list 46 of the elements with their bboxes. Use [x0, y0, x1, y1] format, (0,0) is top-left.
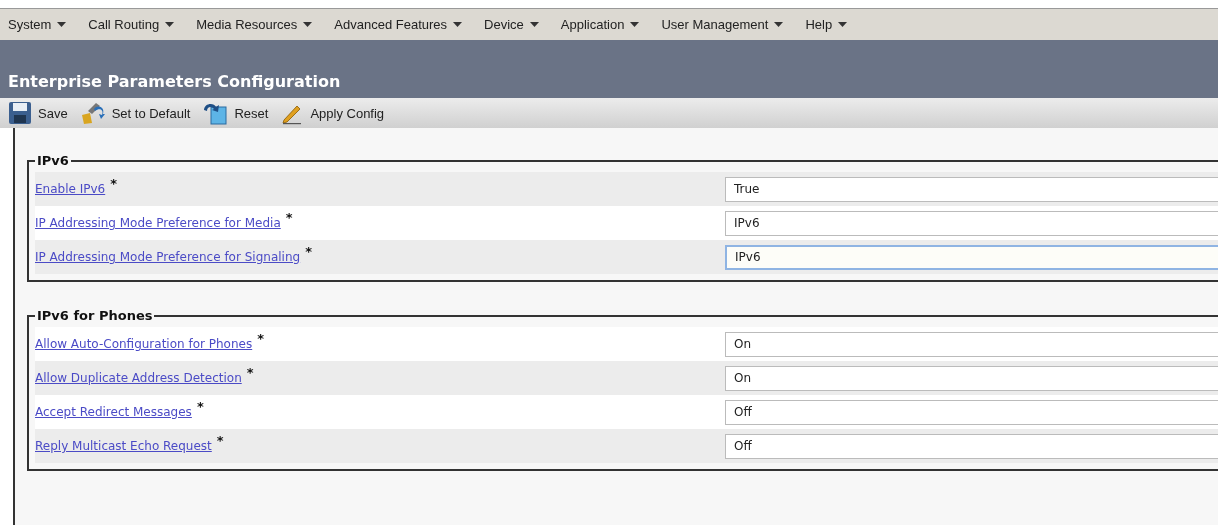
toolbar-button[interactable]: Save — [8, 101, 68, 125]
required-mark: * — [285, 210, 293, 225]
parameter-link[interactable]: Enable IPv6 — [35, 182, 106, 196]
value-dropdown[interactable]: Off — [725, 433, 1218, 459]
menu-item[interactable]: Device — [484, 17, 539, 32]
parameter-link[interactable]: IP Addressing Mode Preference for Media — [35, 216, 281, 230]
parameter-link[interactable]: Reply Multicast Echo Request — [35, 439, 212, 453]
section-title: IPv6 for Phones — [36, 308, 154, 323]
tools-icon — [79, 101, 106, 125]
toolbar-button[interactable]: Set to Default — [79, 101, 191, 125]
menu-item[interactable]: Advanced Features — [334, 17, 463, 32]
menu-item[interactable]: Help — [805, 17, 848, 32]
page-title: Enterprise Parameters Configuration — [8, 72, 341, 91]
caret-icon — [303, 22, 313, 27]
required-mark: * — [110, 176, 117, 191]
value-dropdown[interactable]: IPv6 — [725, 210, 1218, 236]
parameter-link[interactable]: Allow Auto-Configuration for Phones — [35, 337, 253, 351]
value-dropdown[interactable]: On — [725, 331, 1218, 357]
required-mark: * — [305, 244, 312, 259]
value-dropdown[interactable]: Off — [725, 399, 1218, 425]
menu-item[interactable]: Application — [560, 17, 640, 32]
caret-icon — [630, 22, 640, 27]
refresh-icon — [202, 101, 229, 125]
parameter-link[interactable]: IP Addressing Mode Preference for Signaling — [35, 250, 301, 264]
caret-icon — [165, 22, 175, 27]
caret-icon — [838, 22, 848, 27]
menu-item[interactable]: User Management — [661, 17, 784, 32]
value-dropdown[interactable]: IPv6 — [725, 244, 1218, 270]
parameter-link[interactable]: Accept Redirect Messages — [35, 405, 192, 419]
menu-item[interactable]: Call Routing — [88, 17, 175, 32]
required-mark: * — [196, 399, 204, 414]
required-mark: * — [246, 365, 254, 380]
section-title: IPv6 — [36, 153, 70, 168]
required-mark: * — [216, 433, 224, 448]
caret-icon — [529, 22, 539, 27]
caret-icon — [774, 22, 784, 27]
required-mark: * — [257, 331, 264, 346]
menu-item[interactable]: Media Resources — [196, 17, 313, 32]
parameter-link[interactable]: Allow Duplicate Address Detection — [35, 371, 242, 385]
toolbar-button[interactable]: Reset — [202, 101, 269, 125]
caret-icon — [453, 22, 463, 27]
toolbar-button[interactable]: Apply Config — [280, 101, 385, 125]
value-dropdown[interactable]: True — [725, 176, 1218, 202]
caret-icon — [57, 22, 67, 27]
value-dropdown[interactable]: On — [725, 365, 1218, 391]
menu-item[interactable]: System — [8, 17, 67, 32]
